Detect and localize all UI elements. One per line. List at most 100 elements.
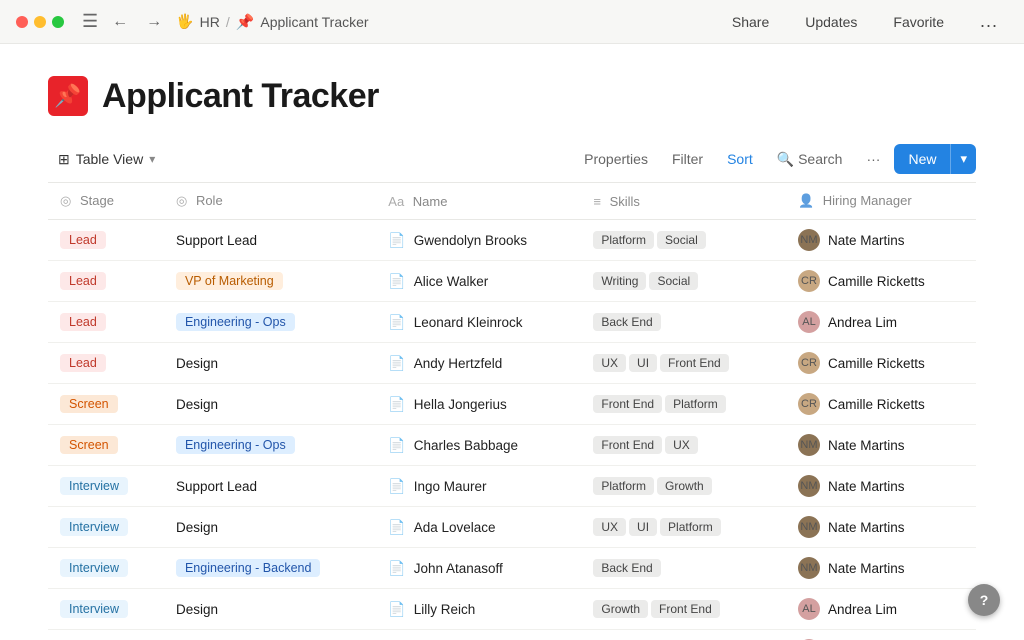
table-row[interactable]: Lead Design📄Andy HertzfeldUXUIFront EndCR… [48, 343, 976, 384]
name-cell[interactable]: 📄Ada Lovelace [376, 507, 581, 548]
skill-badge: UI [629, 354, 657, 372]
manager-info: CRCamille Ricketts [798, 270, 964, 292]
table-row[interactable]: Interview Engineering - Backend 📄John Atan… [48, 548, 976, 589]
skill-badge: Platform [593, 477, 654, 495]
role-badge: VP of Marketing [176, 272, 283, 290]
page-title: Applicant Tracker [102, 77, 379, 116]
share-button[interactable]: Share [722, 8, 779, 36]
name-cell[interactable]: 📄Toni Morrison [376, 630, 581, 640]
role-col-icon: ◎ [176, 193, 187, 208]
skills-cell: Back End [581, 302, 786, 343]
table-row[interactable]: LeadVP of Marketing📄Alice WalkerWritingS… [48, 261, 976, 302]
close-button[interactable] [16, 16, 28, 28]
table-row[interactable]: InterviewSupport Lead📄Ingo MaurerPlatfor… [48, 466, 976, 507]
applicant-name: Alice Walker [414, 274, 489, 289]
applicant-name: Hella Jongerius [414, 397, 507, 412]
document-icon: 📄 [388, 478, 405, 495]
page-header: 📌 Applicant Tracker [48, 76, 976, 116]
maximize-button[interactable] [52, 16, 64, 28]
name-cell[interactable]: 📄Charles Babbage [376, 425, 581, 466]
breadcrumb-page-name[interactable]: Applicant Tracker [260, 14, 368, 30]
toolbar: ⊞ Table View ▾ Properties Filter Sort 🔍 … [48, 144, 976, 183]
manager-name: Nate Martins [828, 233, 905, 248]
manager-info: NMNate Martins [798, 516, 964, 538]
manager-info: ALAndrea Lim [798, 311, 964, 333]
table-row[interactable]: OfferVP of Marketing📄Toni MorrisonWritin… [48, 630, 976, 640]
forward-button[interactable]: → [142, 11, 166, 33]
document-icon: 📄 [388, 396, 405, 413]
role-badge: Engineering - Ops [176, 436, 295, 454]
table-view-button[interactable]: ⊞ Table View ▾ [48, 145, 165, 174]
stage-cell: Lead [48, 261, 164, 302]
name-cell[interactable]: 📄John Atanasoff [376, 548, 581, 589]
sort-button[interactable]: Sort [717, 145, 763, 173]
skill-badge: Back End [593, 559, 660, 577]
table-row[interactable]: InterviewDesign📄Lilly ReichGrowthFront E… [48, 589, 976, 630]
manager-cell: CRCamille Ricketts [786, 343, 976, 384]
document-icon: 📄 [388, 601, 405, 618]
search-button[interactable]: 🔍 Search [767, 145, 853, 174]
manager-cell: NMNate Martins [786, 220, 976, 261]
name-cell[interactable]: 📄Ingo Maurer [376, 466, 581, 507]
applicant-name: Lilly Reich [414, 602, 476, 617]
skills-cell: UXUIFront End [581, 343, 786, 384]
role-cell: Engineering - Ops [164, 302, 376, 343]
applicant-name: Ada Lovelace [414, 520, 496, 535]
col-header-name: Aa Name [376, 183, 581, 220]
properties-button[interactable]: Properties [574, 145, 658, 173]
table-row[interactable]: LeadSupport Lead📄Gwendolyn BrooksPlatfor… [48, 220, 976, 261]
table-row[interactable]: LeadEngineering - Ops📄Leonard KleinrockB… [48, 302, 976, 343]
manager-name: Nate Martins [828, 520, 905, 535]
avatar: NM [798, 434, 820, 456]
stage-badge: Lead [60, 354, 106, 372]
stage-cell: Interview [48, 466, 164, 507]
name-cell[interactable]: 📄 Lilly Reich [376, 589, 581, 630]
table-row[interactable]: ScreenDesign📄Hella JongeriusFront EndPla… [48, 384, 976, 425]
table-icon: ⊞ [58, 151, 70, 168]
skills-cell: Front EndPlatform [581, 384, 786, 425]
toolbar-left: ⊞ Table View ▾ [48, 145, 165, 174]
stage-cell: Interview [48, 548, 164, 589]
document-icon: 📄 [388, 232, 405, 249]
favorite-button[interactable]: Favorite [883, 8, 954, 36]
name-col-icon: Aa [388, 194, 408, 209]
skill-badge: UX [593, 518, 626, 536]
stage-badge: Interview [60, 477, 128, 495]
window-controls [16, 16, 64, 28]
sidebar-toggle[interactable]: ☰ [82, 11, 98, 32]
more-options-button[interactable]: ... [970, 5, 1008, 38]
role-badge: Engineering - Backend [176, 559, 320, 577]
manager-cell: CRCamille Ricketts [786, 384, 976, 425]
avatar: AL [798, 598, 820, 620]
stage-badge: Lead [60, 272, 106, 290]
name-cell[interactable]: 📄Alice Walker [376, 261, 581, 302]
manager-info: ALAndrea Lim [798, 598, 964, 620]
new-button[interactable]: New ▾ [894, 144, 976, 174]
role-cell: Design [164, 589, 376, 630]
name-cell[interactable]: 📄 Hella Jongerius [376, 384, 581, 425]
role-cell: VP of Marketing [164, 630, 376, 640]
stage-badge: Lead [60, 231, 106, 249]
manager-cell: ALAndrea Lim [786, 630, 976, 640]
table-row[interactable]: ScreenEngineering - Ops📄Charles BabbageF… [48, 425, 976, 466]
col-header-manager: 👤 Hiring Manager [786, 183, 976, 220]
updates-button[interactable]: Updates [795, 8, 867, 36]
skill-badge: Platform [665, 395, 726, 413]
stage-badge: Screen [60, 395, 118, 413]
name-cell[interactable]: 📄Andy Hertzfeld [376, 343, 581, 384]
minimize-button[interactable] [34, 16, 46, 28]
role-cell: Design [164, 343, 376, 384]
breadcrumb-hr[interactable]: HR [200, 14, 220, 30]
stage-cell: Interview [48, 589, 164, 630]
name-cell[interactable]: 📄Gwendolyn Brooks [376, 220, 581, 261]
manager-name: Camille Ricketts [828, 397, 925, 412]
more-toolbar-button[interactable]: ··· [856, 145, 890, 173]
skills-cell: Writing [581, 630, 786, 640]
help-button[interactable]: ? [968, 584, 1000, 616]
applicant-name: John Atanasoff [414, 561, 503, 576]
name-cell[interactable]: 📄Leonard Kleinrock [376, 302, 581, 343]
filter-button[interactable]: Filter [662, 145, 713, 173]
manager-name: Andrea Lim [828, 315, 897, 330]
table-row[interactable]: InterviewDesign📄Ada LovelaceUXUIPlatform… [48, 507, 976, 548]
back-button[interactable]: ← [108, 11, 132, 33]
